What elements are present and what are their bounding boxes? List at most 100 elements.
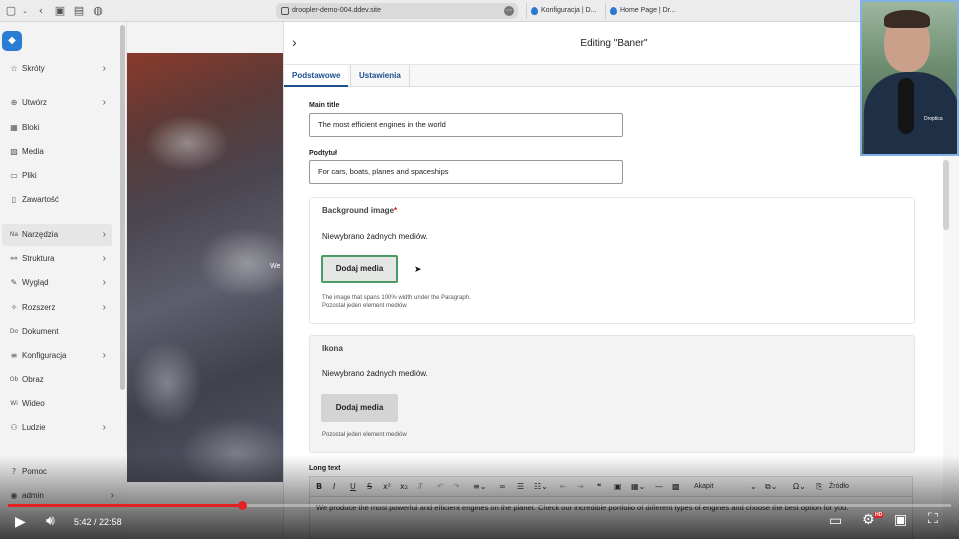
miniplayer-icon[interactable]: ▣ — [894, 512, 907, 528]
video-progress-bar[interactable] — [8, 501, 951, 510]
browser-tab-konfiguracja[interactable]: Konfiguracja | D... — [526, 3, 602, 19]
document-icon: ▯ — [11, 195, 17, 204]
browser-tab-home-page[interactable]: Home Page | Dr... — [605, 3, 681, 19]
video-time: 5:42 / 22:58 — [74, 517, 122, 527]
sidebar-item-label: Narzędzia — [22, 230, 59, 239]
sidebar-item-label: Wygląd — [22, 278, 49, 287]
panel-scrollbar[interactable] — [943, 160, 949, 230]
remove-format-icon[interactable]: T̸ — [418, 477, 423, 497]
current-time: 5:42 — [74, 517, 92, 527]
undo-icon[interactable]: ↶ — [437, 477, 444, 497]
link-icon[interactable]: ∞ — [499, 477, 506, 497]
chevron-right-icon: › — [102, 229, 106, 240]
sidebar-item-narzedzia[interactable]: Na Narzędzia › — [2, 224, 112, 246]
mouse-cursor-icon: ➤ — [414, 265, 422, 275]
main-title-label: Main title — [309, 102, 340, 109]
drupal-logo-icon[interactable]: ◆ — [2, 31, 22, 51]
sidebar-item-utworz[interactable]: ⊕ Utwórz › — [2, 92, 112, 114]
align-icon[interactable]: ≡⌄ — [473, 477, 486, 497]
source-icon[interactable]: ⎘ — [816, 477, 822, 497]
media-embed-icon[interactable]: ▩ — [672, 477, 680, 497]
sidebar-item-zawartosc[interactable]: ▯ Zawartość — [2, 189, 112, 211]
sidebar-item-skroty[interactable]: ☆ Skróty › — [2, 58, 112, 80]
volume-icon[interactable]: 🔊︎ — [46, 513, 55, 529]
sidebar-item-wideo[interactable]: Wi Wideo — [2, 393, 112, 415]
more-icon[interactable]: ⋯ — [504, 6, 514, 16]
bulleted-list-icon[interactable]: ☰ — [517, 477, 524, 497]
video-icon: Wi — [10, 400, 18, 407]
fullscreen-icon[interactable]: ⛶ — [928, 511, 938, 527]
blockquote-icon[interactable]: ❝ — [597, 477, 601, 497]
sidebar-item-media[interactable]: ▨ Media — [2, 141, 112, 163]
image-icon: ▨ — [10, 147, 18, 156]
sidebar-item-obraz[interactable]: Ob Obraz — [2, 369, 112, 391]
sidebar-toggle-icon[interactable]: ▢ — [4, 4, 18, 18]
sidebar-scrollbar[interactable] — [120, 25, 125, 390]
tab-ustawienia[interactable]: Ustawienia — [350, 65, 410, 87]
hero-background-image — [127, 53, 283, 482]
outdent-icon[interactable]: ⇤ — [560, 477, 567, 497]
sidebar-item-label: Konfiguracja — [22, 351, 67, 360]
sidebar-item-konfiguracja[interactable]: ≡ Konfiguracja › — [2, 345, 112, 367]
chevron-right-icon: › — [102, 253, 106, 264]
sidebar-item-rozszerz[interactable]: ✧ Rozszerz › — [2, 297, 112, 319]
italic-icon[interactable]: I — [333, 477, 335, 497]
screen: ▢ ⌄ ‹ ▣ ▤ ◍ droopler-demo-004.ddev.site … — [0, 0, 959, 539]
sidebar-item-ludzie[interactable]: ⚇ Ludzie › — [2, 417, 112, 439]
off-canvas-editor: › Editing "Baner" Podstawowe Ustawienia … — [283, 22, 949, 539]
puzzle-icon: ✧ — [10, 303, 18, 312]
tab-podstawowe[interactable]: Podstawowe — [284, 65, 349, 87]
browser-tab-label: Konfiguracja | D... — [541, 7, 597, 14]
redo-icon[interactable]: ↷ — [453, 477, 460, 497]
numbered-list-icon[interactable]: ☷⌄ — [534, 477, 548, 497]
superscript-icon[interactable]: x² — [383, 477, 391, 497]
add-icon-media-button[interactable]: Dodaj media — [321, 394, 398, 422]
tools-icon: Na — [9, 231, 19, 238]
add-background-media-button[interactable]: Dodaj media — [321, 255, 398, 283]
indent-icon[interactable]: ⇥ — [577, 477, 584, 497]
url-text: droopler-demo-004.ddev.site — [292, 7, 381, 14]
sidebar-item-pomoc[interactable]: ? Pomoc — [2, 461, 112, 483]
icon-remaining: Pozostał jeden element mediów — [322, 432, 407, 438]
off-canvas-header: › Editing "Baner" — [284, 22, 944, 65]
sidebar-item-label: Dokument — [22, 327, 59, 336]
sidebar-item-dokument[interactable]: Do Dokument — [2, 321, 112, 343]
style-icon[interactable]: ⧉⌄ — [765, 477, 777, 497]
source-button-label[interactable]: Źródło — [829, 477, 849, 497]
sidebar-item-bloki[interactable]: ▦ Bloki — [2, 117, 112, 139]
bold-icon[interactable]: B — [316, 477, 322, 497]
underline-icon[interactable]: U — [350, 477, 356, 497]
sidebar-item-struktura[interactable]: ⚯ Struktura › — [2, 248, 112, 270]
presenter-hair — [884, 10, 930, 28]
chevron-down-icon[interactable]: ⌄ — [750, 477, 757, 497]
drupal-favicon-icon — [610, 7, 617, 15]
back-icon[interactable]: ‹ — [34, 4, 48, 18]
special-characters-icon[interactable]: Ω⌄ — [793, 477, 806, 497]
sidebar-item-pliki[interactable]: ▭ Pliki — [2, 165, 112, 187]
strikethrough-icon[interactable]: S — [367, 477, 372, 497]
insert-image-icon[interactable]: ▣ — [614, 477, 622, 497]
chevron-down-icon[interactable]: ⌄ — [18, 4, 32, 18]
subtitle-input[interactable]: For cars, boats, planes and spaceships — [309, 160, 623, 184]
insert-table-icon[interactable]: ▦⌄ — [631, 477, 645, 497]
play-icon[interactable]: ▶ — [15, 514, 26, 530]
horizontal-line-icon[interactable]: — — [655, 477, 663, 497]
window-icon[interactable]: ▤ — [72, 4, 86, 18]
sidebar-item-label: Rozszerz — [22, 303, 56, 312]
sidebar-item-wyglad[interactable]: ✎ Wygląd › — [2, 272, 112, 294]
chevron-right-icon: › — [102, 422, 106, 433]
subscript-icon[interactable]: x₂ — [400, 477, 408, 497]
paragraph-format-select[interactable]: Akapit — [694, 477, 713, 497]
settings-gear-icon[interactable]: ⚙ — [862, 512, 875, 528]
no-media-text: Niewybrano żadnych mediów. — [322, 232, 428, 241]
long-text-editor[interactable]: We produce the most powerful and efficie… — [309, 496, 913, 539]
address-bar[interactable]: droopler-demo-004.ddev.site ⋯ — [276, 3, 518, 19]
video-scrubber-knob[interactable] — [237, 501, 247, 510]
main-title-input[interactable]: The most efficient engines in the world — [309, 113, 623, 137]
file-icon: ▭ — [10, 171, 18, 180]
brush-icon: ✎ — [10, 278, 18, 287]
microphone-icon — [898, 78, 914, 134]
tab-overview-icon[interactable]: ▣ — [53, 4, 67, 18]
subtitles-icon[interactable]: ▭ — [829, 513, 842, 529]
privacy-icon[interactable]: ◍ — [91, 4, 105, 18]
